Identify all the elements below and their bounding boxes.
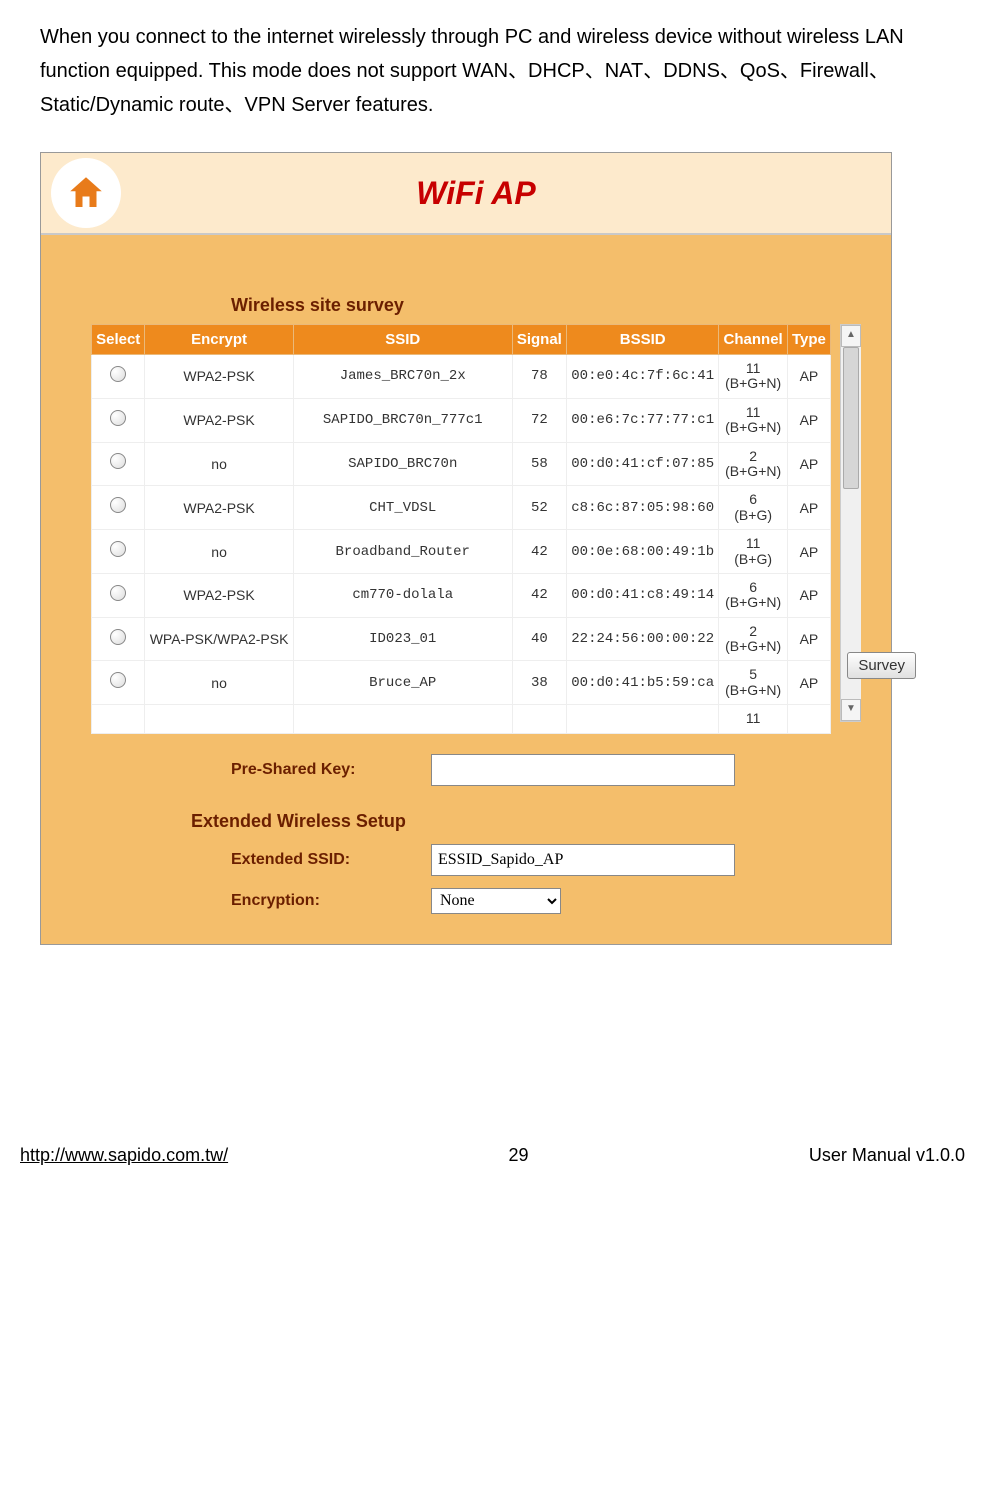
extended-ssid-label: Extended SSID: — [231, 851, 431, 869]
encryption-label: Encryption: — [231, 892, 431, 910]
extended-ssid-input[interactable] — [431, 844, 735, 876]
cell-signal: 42 — [512, 573, 566, 617]
cell-bssid: 00:d0:41:b5:59:ca — [566, 661, 718, 705]
table-header-row: Select Encrypt SSID Signal BSSID Channel… — [92, 325, 831, 355]
select-radio[interactable] — [110, 541, 126, 557]
cell-type: AP — [787, 398, 830, 442]
cell-channel: 2(B+G+N) — [719, 442, 787, 486]
cell-encrypt: WPA-PSK/WPA2-PSK — [145, 617, 293, 661]
col-ssid: SSID — [293, 325, 512, 355]
select-radio[interactable] — [110, 410, 126, 426]
cell-type: AP — [787, 530, 830, 574]
col-type: Type — [787, 325, 830, 355]
encryption-select[interactable]: None — [431, 888, 561, 914]
select-radio[interactable] — [110, 497, 126, 513]
header-bar: WiFi AP — [41, 153, 891, 235]
select-radio[interactable] — [110, 629, 126, 645]
scroll-down-icon[interactable]: ▼ — [841, 699, 861, 721]
cell-encrypt: no — [145, 661, 293, 705]
footer-url: http://www.sapido.com.tw/ — [20, 1145, 228, 1166]
cell-ssid: CHT_VDSL — [293, 486, 512, 530]
cell-ssid: James_BRC70n_2x — [293, 355, 512, 399]
cell-channel: 6(B+G) — [719, 486, 787, 530]
table-row-cut: 11 — [92, 705, 831, 733]
cell-bssid: 00:d0:41:c8:49:14 — [566, 573, 718, 617]
cell-channel: 2(B+G+N) — [719, 617, 787, 661]
router-screenshot: WiFi AP Wireless site survey Select Encr… — [40, 152, 892, 945]
psk-input[interactable] — [431, 754, 735, 786]
cell-ssid: Broadband_Router — [293, 530, 512, 574]
col-channel: Channel — [719, 325, 787, 355]
table-row: WPA2-PSKcm770-dolala4200:d0:41:c8:49:146… — [92, 573, 831, 617]
cell-signal: 78 — [512, 355, 566, 399]
cell-encrypt: WPA2-PSK — [145, 398, 293, 442]
cell-encrypt: WPA2-PSK — [145, 573, 293, 617]
cell-type: AP — [787, 355, 830, 399]
page-footer: http://www.sapido.com.tw/ 29 User Manual… — [0, 1145, 985, 1196]
cell-bssid: c8:6c:87:05:98:60 — [566, 486, 718, 530]
cell-channel: 11(B+G+N) — [719, 355, 787, 399]
cell-signal: 58 — [512, 442, 566, 486]
cell-ssid: SAPIDO_BRC70n_777c1 — [293, 398, 512, 442]
table-row: WPA2-PSKCHT_VDSL52c8:6c:87:05:98:606(B+G… — [92, 486, 831, 530]
home-icon[interactable] — [51, 158, 121, 228]
cell-ssid: Bruce_AP — [293, 661, 512, 705]
cell-channel: 6(B+G+N) — [719, 573, 787, 617]
table-row: noBruce_AP3800:d0:41:b5:59:ca5(B+G+N)AP — [92, 661, 831, 705]
col-select: Select — [92, 325, 145, 355]
scroll-thumb[interactable] — [843, 347, 859, 489]
cell-ssid: ID023_01 — [293, 617, 512, 661]
scroll-up-icon[interactable]: ▲ — [841, 325, 861, 347]
intro-paragraph: When you connect to the internet wireles… — [40, 20, 945, 122]
cell-signal: 42 — [512, 530, 566, 574]
cell-type: AP — [787, 617, 830, 661]
select-radio[interactable] — [110, 672, 126, 688]
cell-bssid: 00:0e:68:00:49:1b — [566, 530, 718, 574]
cell-encrypt: WPA2-PSK — [145, 355, 293, 399]
table-row: noBroadband_Router4200:0e:68:00:49:1b11(… — [92, 530, 831, 574]
cell-type: AP — [787, 442, 830, 486]
col-encrypt: Encrypt — [145, 325, 293, 355]
cell-bssid: 00:d0:41:cf:07:85 — [566, 442, 718, 486]
select-radio[interactable] — [110, 366, 126, 382]
footer-version: User Manual v1.0.0 — [809, 1145, 965, 1166]
page-title: WiFi AP — [121, 175, 891, 212]
extended-setup-title: Extended Wireless Setup — [191, 811, 861, 832]
cell-signal: 40 — [512, 617, 566, 661]
cell-bssid: 22:24:56:00:00:22 — [566, 617, 718, 661]
cell-channel: 11 — [719, 705, 787, 733]
cell-type: AP — [787, 573, 830, 617]
select-radio[interactable] — [110, 453, 126, 469]
table-row: noSAPIDO_BRC70n5800:d0:41:cf:07:852(B+G+… — [92, 442, 831, 486]
cell-signal: 72 — [512, 398, 566, 442]
table-row: WPA2-PSKJames_BRC70n_2x7800:e0:4c:7f:6c:… — [92, 355, 831, 399]
survey-section-title: Wireless site survey — [231, 295, 861, 316]
select-radio[interactable] — [110, 585, 126, 601]
cell-channel: 11(B+G+N) — [719, 398, 787, 442]
cell-signal: 38 — [512, 661, 566, 705]
table-row: WPA-PSK/WPA2-PSKID023_014022:24:56:00:00… — [92, 617, 831, 661]
cell-encrypt: no — [145, 442, 293, 486]
cell-ssid: cm770-dolala — [293, 573, 512, 617]
col-bssid: BSSID — [566, 325, 718, 355]
cell-channel: 11(B+G) — [719, 530, 787, 574]
col-signal: Signal — [512, 325, 566, 355]
cell-signal: 52 — [512, 486, 566, 530]
survey-button[interactable]: Survey — [847, 652, 916, 679]
cell-encrypt: no — [145, 530, 293, 574]
cell-ssid: SAPIDO_BRC70n — [293, 442, 512, 486]
psk-label: Pre-Shared Key: — [231, 761, 431, 779]
table-row: WPA2-PSKSAPIDO_BRC70n_777c17200:e6:7c:77… — [92, 398, 831, 442]
footer-page-number: 29 — [508, 1145, 528, 1166]
cell-bssid: 00:e6:7c:77:77:c1 — [566, 398, 718, 442]
cell-type: AP — [787, 486, 830, 530]
cell-bssid: 00:e0:4c:7f:6c:41 — [566, 355, 718, 399]
cell-type: AP — [787, 661, 830, 705]
cell-encrypt: WPA2-PSK — [145, 486, 293, 530]
cell-channel: 5(B+G+N) — [719, 661, 787, 705]
site-survey-table: Select Encrypt SSID Signal BSSID Channel… — [91, 324, 831, 734]
